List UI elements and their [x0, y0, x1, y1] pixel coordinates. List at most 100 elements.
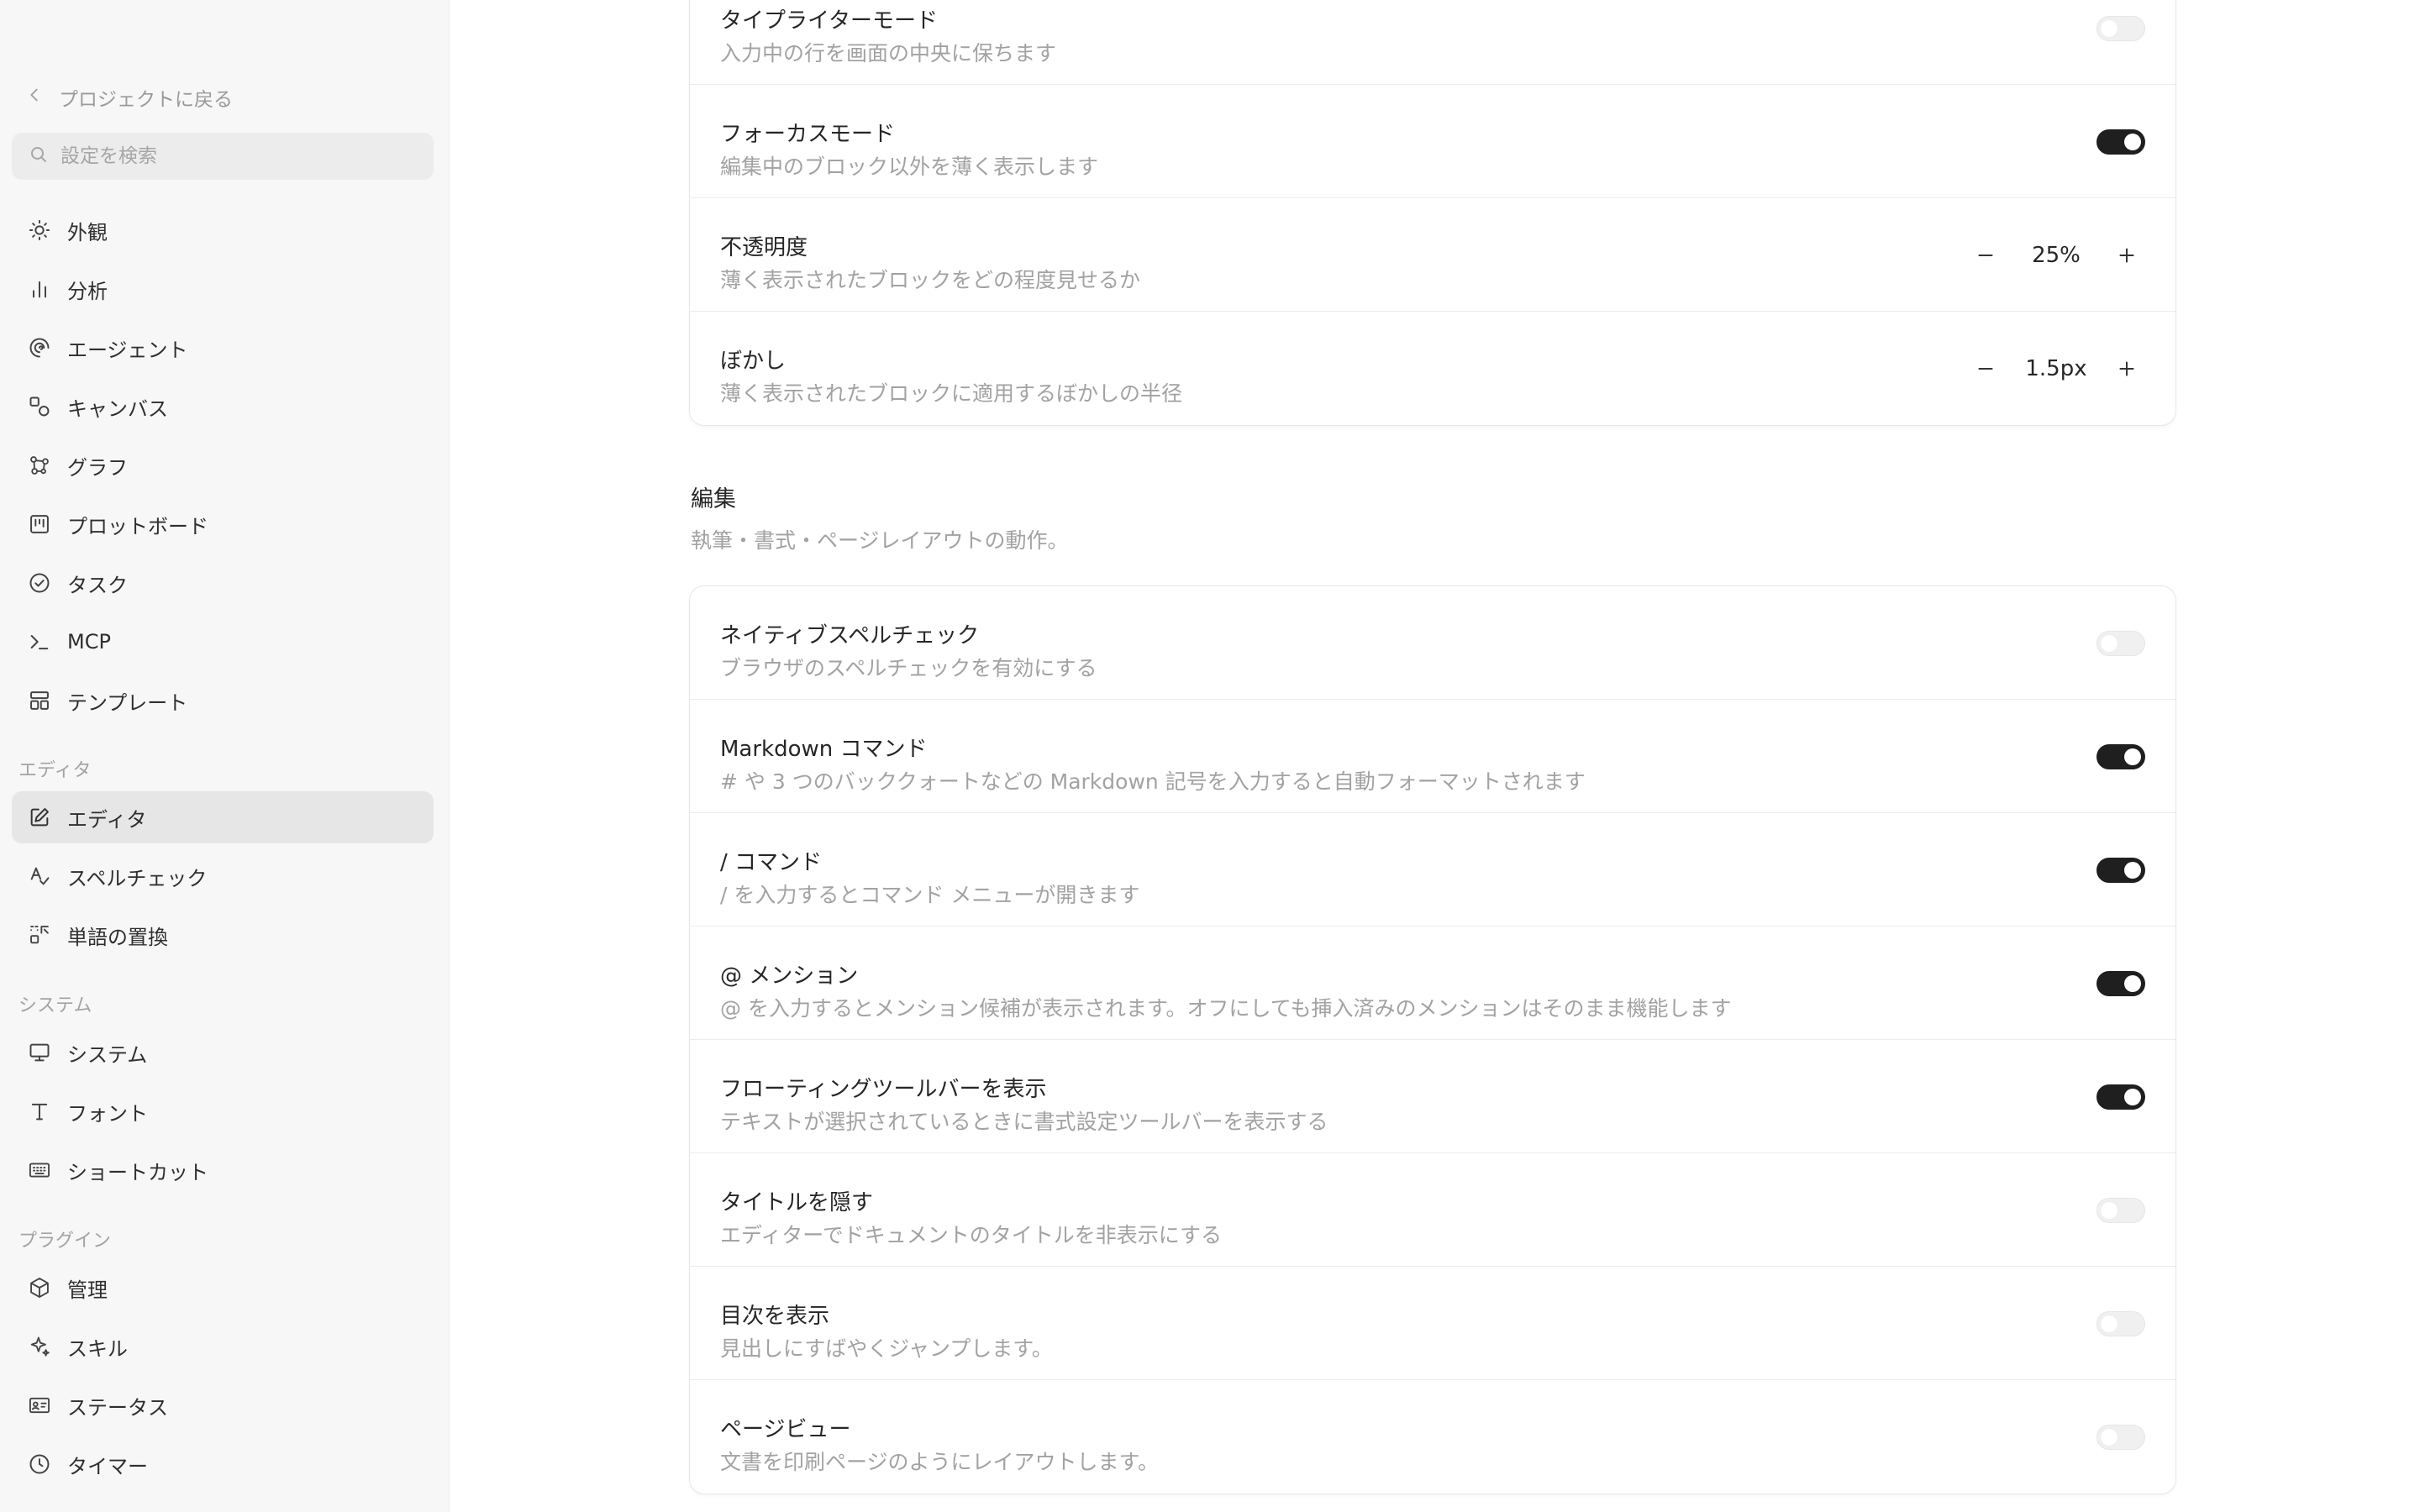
terminal-icon [27, 629, 52, 654]
back-to-project-link[interactable]: プロジェクトに戻る [25, 81, 233, 114]
mentions-toggle[interactable] [2096, 971, 2145, 996]
search-icon [29, 144, 49, 168]
minus-icon [1978, 255, 1993, 256]
sidebar-item-plotboard[interactable]: プロットボード [12, 498, 434, 550]
sidebar-item-shortcuts[interactable]: ショートカット [12, 1144, 434, 1196]
sidebar-item-label: スキル [67, 1336, 128, 1361]
setting-row-hide-title: タイトルを隠す エディターでドキュメントのタイトルを非表示にする [690, 1153, 2175, 1267]
settings-sidebar: プロジェクトに戻る 外観 分析 エージェント キャンバス グラフ [0, 0, 449, 1512]
sidebar-item-templates[interactable]: テンプレート [12, 675, 434, 727]
graph-icon [27, 453, 52, 478]
setting-description: @ を入力するとメンション候補が表示されます。オフにしても挿入済みのメンションは… [720, 996, 1732, 1021]
sidebar-item-canvas[interactable]: キャンバス [12, 381, 434, 433]
increment-button[interactable] [2108, 237, 2145, 274]
sidebar-item-label: キャンバス [67, 396, 168, 421]
hide-title-toggle[interactable] [2096, 1198, 2145, 1223]
setting-row-floating-toolbar: フローティングツールバーを表示 テキストが選択されているときに書式設定ツールバー… [690, 1040, 2175, 1153]
setting-title: / コマンド [720, 850, 823, 875]
markdown-commands-toggle[interactable] [2096, 744, 2145, 769]
plus-icon [2119, 361, 2134, 376]
sidebar-item-analytics[interactable]: 分析 [12, 263, 434, 315]
setting-description: 薄く表示されたブロックをどの程度見せるか [720, 268, 1141, 292]
sidebar-item-label: システム [67, 1042, 148, 1067]
type-icon [27, 1099, 52, 1124]
setting-title: フォーカスモード [720, 122, 896, 147]
setting-row-typewriter-mode: タイプライターモード 入力中の行を画面の中央に保ちます [690, 0, 2175, 85]
setting-title: ページビュー [720, 1417, 851, 1442]
setting-row-blur: ぼかし 薄く表示されたブロックに適用するぼかしの半径 1.5px [690, 312, 2175, 425]
sidebar-item-label: ステータス [67, 1395, 168, 1420]
sidebar-item-mcp[interactable]: MCP [12, 616, 434, 668]
blur-stepper: 1.5px [1967, 344, 2145, 394]
setting-title: Markdown コマンド [720, 737, 928, 762]
focus-mode-toggle[interactable] [2096, 129, 2145, 155]
sidebar-item-label: タスク [67, 573, 128, 597]
sidebar-item-label: ショートカット [67, 1160, 208, 1184]
keyboard-icon [27, 1158, 52, 1183]
setting-description: 編集中のブロック以外を薄く表示します [720, 155, 1099, 179]
sidebar-item-label: 外観 [67, 220, 108, 244]
editing-settings-card: ネイティブスペルチェック ブラウザのスペルチェックを有効にする Markdown… [689, 585, 2176, 1494]
page-view-toggle[interactable] [2096, 1425, 2145, 1450]
sidebar-item-status[interactable]: ステータス [12, 1379, 434, 1431]
sidebar-item-label: フォント [67, 1101, 148, 1126]
typewriter-mode-toggle[interactable] [2096, 16, 2145, 41]
setting-description: 薄く表示されたブロックに適用するぼかしの半径 [720, 381, 1183, 406]
sidebar-item-manage[interactable]: 管理 [12, 1262, 434, 1314]
search-input[interactable] [60, 145, 413, 167]
sidebar-item-timer[interactable]: タイマー [12, 1438, 434, 1490]
setting-row-slash-commands: / コマンド / を入力するとコマンド メニューが開きます [690, 813, 2175, 927]
setting-title: タイトルを隠す [720, 1190, 874, 1215]
settings-search[interactable] [12, 133, 434, 180]
increment-button[interactable] [2108, 350, 2145, 387]
decrement-button[interactable] [1967, 237, 2004, 274]
blur-value: 1.5px [2025, 356, 2087, 381]
template-icon [27, 688, 52, 713]
setting-row-page-view: ページビュー 文書を印刷ページのようにレイアウトします。 [690, 1380, 2175, 1494]
native-spellcheck-toggle[interactable] [2096, 631, 2145, 656]
table-of-contents-toggle[interactable] [2096, 1311, 2145, 1336]
minus-icon [1978, 368, 1993, 370]
sidebar-item-system[interactable]: システム [12, 1026, 434, 1079]
sun-icon [27, 218, 52, 243]
sidebar-item-label: プロットボード [67, 514, 208, 538]
setting-description: ブラウザのスペルチェックを有効にする [720, 656, 1097, 680]
setting-title: @ メンション [720, 963, 859, 989]
setting-description: / を入力するとコマンド メニューが開きます [720, 883, 1140, 907]
clock-icon [27, 1452, 52, 1477]
edit-icon [27, 805, 52, 830]
sidebar-item-tasks[interactable]: タスク [12, 557, 434, 609]
opacity-stepper: 25% [1967, 230, 2145, 281]
setting-title: タイプライターモード [720, 8, 938, 34]
sidebar-section-editor: エディタ [18, 760, 92, 781]
spiral-icon [27, 335, 52, 360]
sidebar-item-spellcheck[interactable]: スペルチェック [12, 850, 434, 902]
sidebar-item-word-replace[interactable]: 単語の置換 [12, 909, 434, 961]
sidebar-item-agent[interactable]: エージェント [12, 322, 434, 374]
setting-description: # や 3 つのバッククォートなどの Markdown 記号を入力すると自動フォ… [720, 769, 1586, 794]
decrement-button[interactable] [1967, 350, 2004, 387]
sidebar-item-label: テンプレート [67, 690, 188, 715]
sidebar-item-label: タイマー [67, 1454, 148, 1478]
sidebar-item-label: エージェント [67, 338, 188, 362]
setting-title: ぼかし [720, 349, 786, 374]
sidebar-section-system: システム [18, 995, 92, 1016]
setting-description: テキストが選択されているときに書式設定ツールバーを表示する [720, 1110, 1328, 1134]
setting-row-native-spellcheck: ネイティブスペルチェック ブラウザのスペルチェックを有効にする [690, 586, 2175, 700]
replace-icon [27, 922, 52, 948]
package-icon [27, 1275, 52, 1300]
sidebar-item-appearance[interactable]: 外観 [12, 204, 434, 256]
setting-row-table-of-contents: 目次を表示 見出しにすばやくジャンプします。 [690, 1267, 2175, 1380]
slash-commands-toggle[interactable] [2096, 858, 2145, 883]
sidebar-item-graph[interactable]: グラフ [12, 439, 434, 491]
setting-description: 文書を印刷ページのようにレイアウトします。 [720, 1450, 1160, 1474]
setting-description: 入力中の行を画面の中央に保ちます [720, 41, 1057, 66]
setting-title: 目次を表示 [720, 1304, 830, 1329]
setting-row-focus-mode: フォーカスモード 編集中のブロック以外を薄く表示します [690, 85, 2175, 198]
floating-toolbar-toggle[interactable] [2096, 1084, 2145, 1110]
shapes-icon [27, 394, 52, 419]
sidebar-item-fonts[interactable]: フォント [12, 1085, 434, 1137]
section-description-editing: 執筆・書式・ページレイアウトの動作。 [691, 528, 1069, 553]
sidebar-item-editor[interactable]: エディタ [12, 791, 434, 843]
sidebar-item-skills[interactable]: スキル [12, 1320, 434, 1373]
